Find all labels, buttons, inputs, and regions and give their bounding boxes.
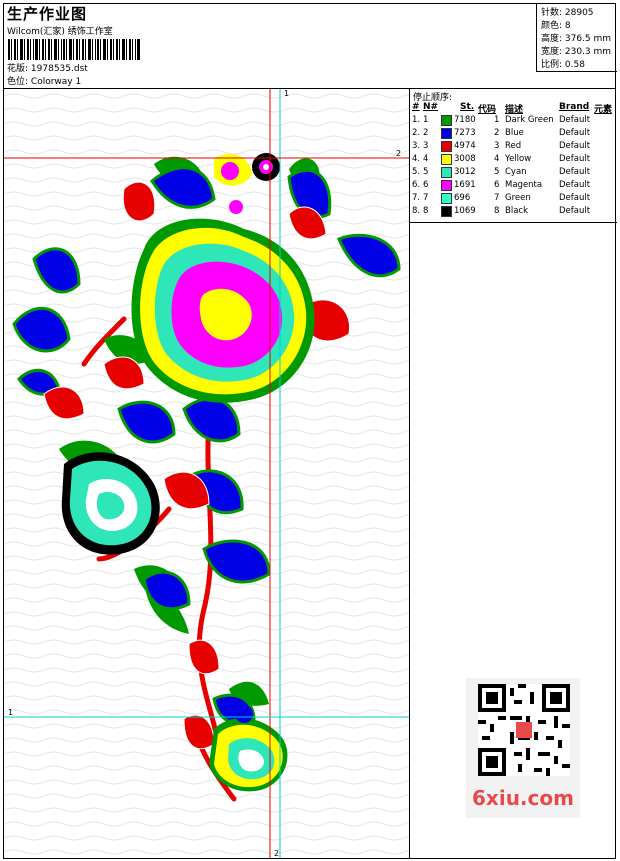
design-width: 宽度: 230.3 mm [541, 47, 612, 57]
row-description: Dark Green [505, 115, 554, 125]
stop-row: 6. 6 1691 6 Magenta Default [410, 179, 617, 192]
black-bud [252, 153, 280, 181]
row-brand: Default [559, 180, 591, 190]
row-index: 4. [412, 154, 421, 164]
row-stitches: 4974 [454, 141, 476, 151]
row-description: Blue [505, 128, 524, 138]
row-stitches: 3012 [454, 167, 476, 177]
design-file-line: 花版: 1978535.dst [7, 61, 88, 74]
row-code: 6 [494, 180, 500, 190]
row-description: Magenta [505, 180, 543, 190]
watermark-text: 6xiu.com [472, 786, 574, 810]
row-brand: Default [559, 128, 591, 138]
design-file-value: 1978535.dst [30, 64, 88, 74]
row-stitches: 696 [454, 193, 471, 203]
row-brand: Default [559, 154, 591, 164]
design-label: 花版: [7, 64, 29, 74]
colorway-label: 色位: [7, 77, 29, 87]
row-code: 8 [494, 206, 500, 216]
col-header-number: N# [423, 102, 439, 112]
row-number: 4 [423, 154, 429, 164]
row-description: Cyan [505, 167, 527, 177]
stitch-count: 针数: 28905 [541, 8, 594, 18]
color-swatch [441, 193, 452, 204]
guide-label-h1: 1 [8, 708, 14, 717]
row-index: 7. [412, 193, 421, 203]
row-index: 3. [412, 141, 421, 151]
row-stitches: 1691 [454, 180, 476, 190]
row-brand: Default [559, 193, 591, 203]
col-header-brand: Brand [559, 102, 590, 112]
row-code: 2 [494, 128, 500, 138]
stop-row: 7. 7 696 7 Green Default [410, 192, 617, 205]
color-swatch [441, 115, 452, 126]
row-brand: Default [559, 115, 591, 125]
row-description: Yellow [505, 154, 532, 164]
stop-row: 1. 1 7180 1 Dark Green Default [410, 114, 617, 127]
panel-divider [410, 222, 617, 223]
row-number: 2 [423, 128, 429, 138]
row-number: 3 [423, 141, 429, 151]
row-number: 5 [423, 167, 429, 177]
stop-row: 3. 3 4974 3 Red Default [410, 140, 617, 153]
row-index: 8. [412, 206, 421, 216]
row-code: 5 [494, 167, 500, 177]
stop-row: 4. 4 3008 4 Yellow Default [410, 153, 617, 166]
color-count: 颜色: 8 [541, 21, 571, 31]
color-swatch [441, 154, 452, 165]
color-swatch [441, 128, 452, 139]
row-code: 7 [494, 193, 500, 203]
color-swatch [441, 167, 452, 178]
row-number: 8 [423, 206, 429, 216]
barcode [8, 39, 140, 60]
row-brand: Default [559, 206, 591, 216]
qr-code [478, 684, 570, 776]
design-scale: 比例: 0.58 [541, 60, 585, 70]
colorway-value: Colorway 1 [30, 77, 82, 87]
row-stitches: 7273 [454, 128, 476, 138]
row-brand: Default [559, 141, 591, 151]
studio-name: Wilcom(汇家) 绣饰工作室 [7, 27, 113, 37]
row-number: 6 [423, 180, 429, 190]
row-stitches: 7180 [454, 115, 476, 125]
row-index: 6. [412, 180, 421, 190]
row-stitches: 3008 [454, 154, 476, 164]
row-code: 4 [494, 154, 500, 164]
guide-label-v2: 2 [274, 849, 280, 858]
row-stitches: 1069 [454, 206, 476, 216]
color-swatch [441, 141, 452, 152]
row-description: Green [505, 193, 531, 203]
row-number: 1 [423, 115, 429, 125]
page-title: 生产作业图 [7, 5, 88, 23]
color-swatch [441, 180, 452, 191]
col-header-index: # [412, 102, 420, 112]
row-index: 5. [412, 167, 421, 177]
col-header-stitches: St. [460, 102, 475, 112]
guide-label-v1: 1 [284, 89, 290, 98]
watermark: 6xiu.com [466, 678, 580, 818]
row-code: 1 [494, 115, 500, 125]
embroidery-preview [4, 89, 409, 858]
row-description: Black [505, 206, 528, 216]
row-code: 3 [494, 141, 500, 151]
row-description: Red [505, 141, 522, 151]
color-swatch [441, 206, 452, 217]
row-index: 2. [412, 128, 421, 138]
header: 生产作业图 Wilcom(汇家) 绣饰工作室 花版: 1978535.dst 色… [3, 3, 616, 89]
row-number: 7 [423, 193, 429, 203]
row-index: 1. [412, 115, 421, 125]
stop-row: 2. 2 7273 2 Blue Default [410, 127, 617, 140]
guide-label-h2: 2 [396, 149, 402, 158]
colorway-line: 色位: Colorway 1 [7, 74, 81, 87]
row-brand: Default [559, 167, 591, 177]
design-stats: 针数: 28905 颜色: 8 高度: 376.5 mm 宽度: 230.3 m… [536, 3, 617, 72]
stop-row: 5. 5 3012 5 Cyan Default [410, 166, 617, 179]
design-canvas: 1 2 1 2 [4, 89, 409, 858]
design-height: 高度: 376.5 mm [541, 34, 612, 44]
stop-row: 8. 8 1069 8 Black Default [410, 205, 617, 218]
